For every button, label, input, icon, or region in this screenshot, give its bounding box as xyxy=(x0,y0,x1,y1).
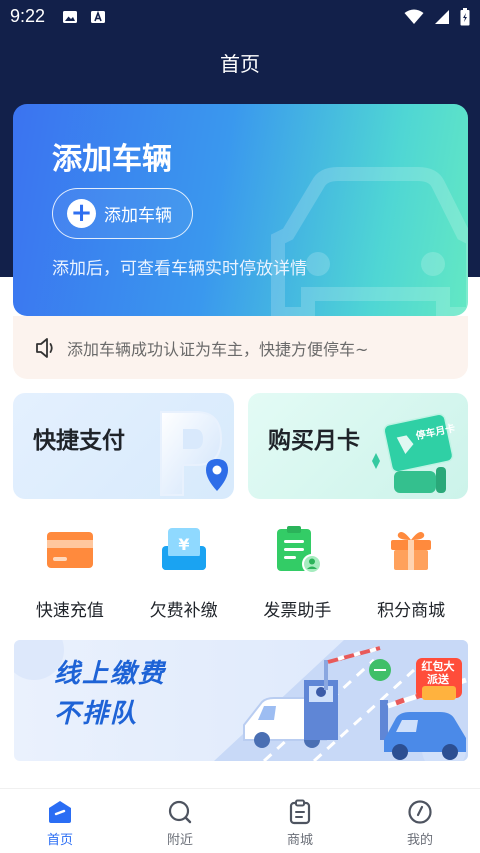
nav-nearby[interactable]: 附近 xyxy=(120,789,240,853)
add-vehicle-card[interactable]: 添加车辆 + 添加车辆 添加后，可查看车辆实时停放详情 xyxy=(13,104,468,316)
quick-pay-tile[interactable]: 快捷支付 xyxy=(13,393,234,499)
status-notification-icons xyxy=(62,9,106,25)
service-label: 发票助手 xyxy=(263,601,332,621)
service-invoice-assistant[interactable]: 发票助手 xyxy=(241,522,355,622)
card-icon xyxy=(46,532,93,568)
profile-icon xyxy=(408,800,432,824)
status-system-icons xyxy=(404,8,470,26)
wifi-icon xyxy=(404,9,424,24)
parking-p-icon xyxy=(160,411,228,496)
clipboard-icon xyxy=(289,799,311,825)
red-envelope-badge-text: 红包大派送 xyxy=(421,660,455,686)
status-time: 9:22 xyxy=(10,6,46,26)
nav-mall[interactable]: 商城 xyxy=(240,789,360,853)
speaker-icon xyxy=(36,337,53,358)
nav-label: 商城 xyxy=(286,833,313,848)
add-vehicle-button[interactable]: + 添加车辆 xyxy=(52,188,193,239)
notice-text: 添加车辆成功认证为车主，快捷方便停车~ xyxy=(67,339,369,359)
wallet-yuan-icon: ¥ xyxy=(161,528,206,570)
nav-mine[interactable]: 我的 xyxy=(360,789,480,853)
service-label: 快速充值 xyxy=(35,601,104,621)
service-quick-recharge[interactable]: 快速充值 xyxy=(13,522,127,622)
plus-icon: + xyxy=(67,199,96,228)
app-notification-icon xyxy=(91,10,105,23)
gift-icon xyxy=(391,532,432,570)
search-icon xyxy=(168,800,192,824)
monthly-card-icon: 停车月卡 xyxy=(372,413,456,493)
vehicle-card-description: 添加后，可查看车辆实时停放详情 xyxy=(52,259,307,279)
yuan-symbol: ¥ xyxy=(178,535,189,554)
promo-banner[interactable]: 线上缴费 不排队 红包大派送 xyxy=(14,640,468,761)
bottom-navigation: 首页 附近 商城 我的 xyxy=(0,788,480,853)
service-points-mall[interactable]: 积分商城 xyxy=(354,522,468,622)
nav-home[interactable]: 首页 xyxy=(0,789,120,853)
buy-monthly-card-label: 购买月卡 xyxy=(268,428,360,454)
nav-label: 首页 xyxy=(46,833,73,848)
service-arrears-payment[interactable]: ¥ 欠费补缴 xyxy=(127,522,241,622)
signal-icon xyxy=(435,10,449,24)
vehicle-card-title: 添加车辆 xyxy=(52,142,172,177)
notice-bar[interactable]: 添加车辆成功认证为车主，快捷方便停车~ xyxy=(13,316,468,379)
buy-monthly-card-tile[interactable]: 购买月卡 停车月卡 xyxy=(248,393,468,499)
status-bar: 9:22 xyxy=(0,0,480,36)
image-icon xyxy=(63,11,77,23)
add-vehicle-button-label: 添加车辆 xyxy=(104,206,172,226)
car-watermark-icon xyxy=(271,167,468,316)
banner-headline: 线上缴费 不排队 xyxy=(54,654,166,734)
home-icon xyxy=(49,801,71,823)
invoice-icon xyxy=(277,526,323,574)
battery-icon xyxy=(460,8,470,26)
parking-gate-illustration xyxy=(243,646,467,760)
quick-pay-label: 快捷支付 xyxy=(33,428,125,454)
service-label: 欠费补缴 xyxy=(149,601,218,621)
service-label: 积分商城 xyxy=(377,601,446,621)
nav-label: 附近 xyxy=(166,833,193,848)
banner-line-2: 不排队 xyxy=(54,699,139,729)
banner-line-1: 线上缴费 xyxy=(54,659,167,689)
service-grid: 快速充值 ¥ 欠费补缴 发票助手 积分商城 xyxy=(13,522,468,622)
page-title: 首页 xyxy=(220,52,260,76)
nav-label: 我的 xyxy=(406,833,433,848)
